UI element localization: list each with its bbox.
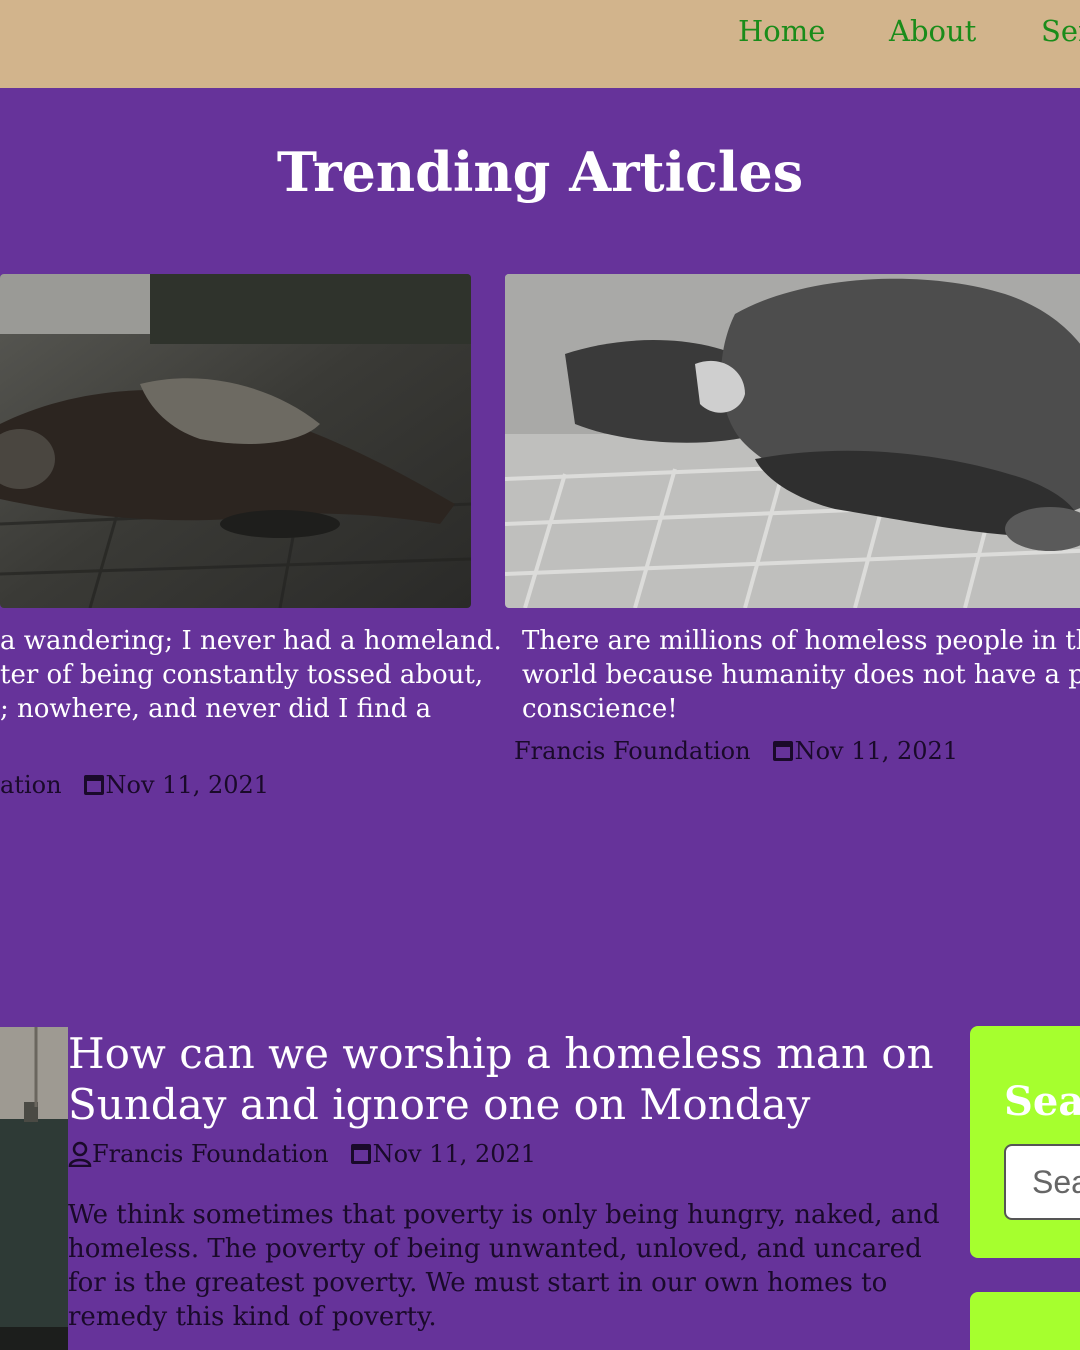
post-meta: Francis Foundation Nov 11, 2021 (68, 1140, 536, 1168)
card-1-photo (0, 274, 471, 608)
nav-about-link[interactable]: About (889, 14, 976, 48)
search-widget: Sear (970, 1026, 1080, 1258)
card-1-line-3: ; nowhere, and never did I find a (0, 694, 432, 724)
card-2-line-2: world because humanity does not have a p… (522, 660, 1080, 690)
post-thumbnail-photo (0, 1027, 68, 1350)
post-author[interactable]: Francis Foundation (92, 1140, 329, 1168)
calendar-icon (350, 1144, 371, 1164)
post-thumbnail[interactable] (0, 1027, 68, 1350)
calendar-icon (772, 741, 793, 761)
top-nav: Home About Ser (0, 0, 1080, 88)
calendar-icon (83, 775, 104, 795)
card-2-meta: Francis Foundation Nov 11, 2021 (514, 737, 958, 765)
post-date: Nov 11, 2021 (372, 1140, 537, 1168)
card-2-line-1: There are millions of homeless people in… (522, 626, 1080, 656)
card-1-meta: ation Nov 11, 2021 (0, 771, 269, 799)
card-1-image[interactable] (0, 274, 471, 608)
card-1-date: Nov 11, 2021 (105, 771, 270, 799)
card-2-line-3: conscience! (522, 694, 678, 724)
card-1-author: ation (0, 771, 62, 799)
card-2-date: Nov 11, 2021 (794, 737, 959, 765)
trending-title: Trending Articles (276, 140, 804, 204)
post-title[interactable]: How can we worship a homeless man on Sun… (68, 1028, 948, 1130)
nav-home-link[interactable]: Home (738, 14, 825, 48)
page: Home About Ser Trending Articles (0, 0, 1080, 1350)
user-icon (68, 1141, 92, 1167)
post-excerpt: We think sometimes that poverty is only … (68, 1200, 940, 1332)
card-2-author[interactable]: Francis Foundation (514, 737, 751, 765)
search-widget-title: Sear (1004, 1078, 1080, 1125)
card-1-line-1: a wandering; I never had a homeland. (0, 626, 502, 656)
search-input[interactable] (1004, 1144, 1080, 1220)
card-2-photo (505, 274, 1080, 608)
sidebar-widget-2 (970, 1292, 1080, 1350)
card-1-line-2: ter of being constantly tossed about, (0, 660, 484, 690)
card-2-image[interactable] (505, 274, 1080, 608)
nav-services-link[interactable]: Ser (1041, 14, 1080, 48)
